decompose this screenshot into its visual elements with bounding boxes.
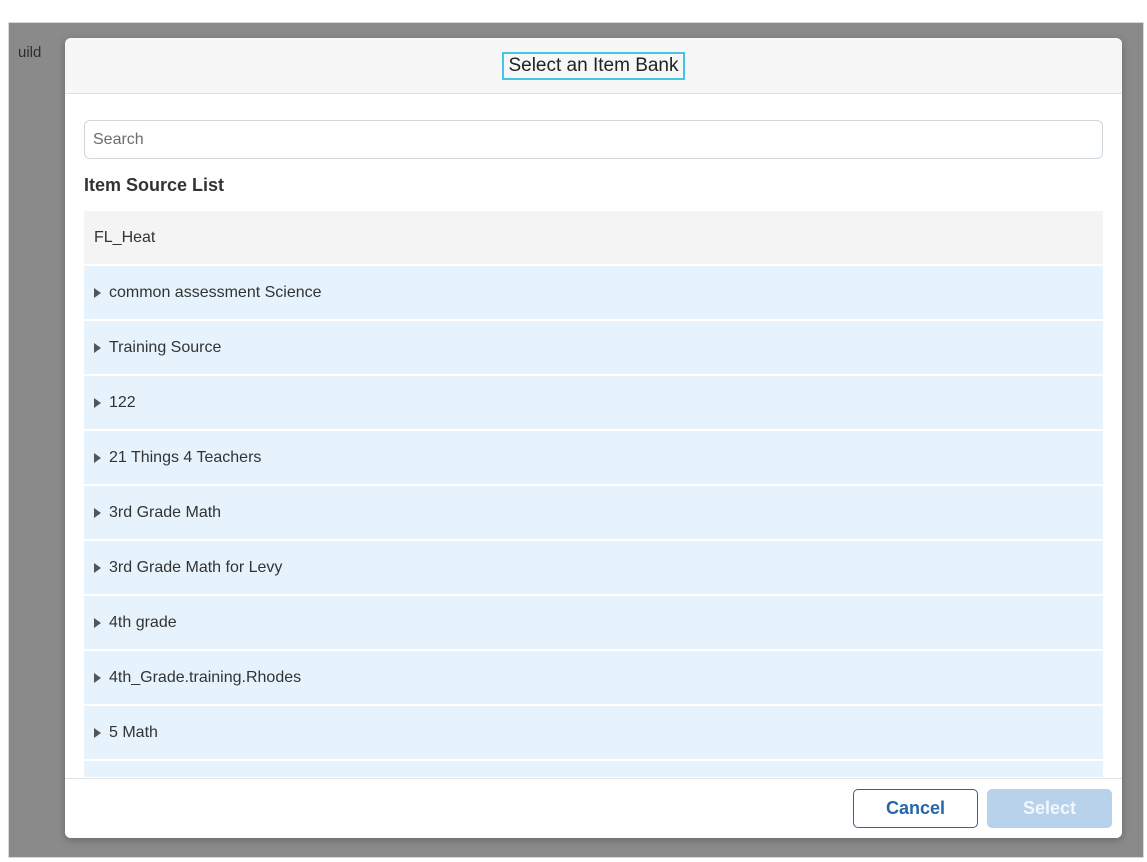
- list-item-label: 5 Math: [109, 723, 158, 741]
- list-item-label: 122: [109, 393, 136, 411]
- dialog-footer: Cancel Select: [65, 778, 1122, 838]
- caret-right-icon[interactable]: [94, 672, 101, 683]
- list-item-label: 4th grade: [109, 613, 177, 631]
- list-item-3rd-grade-math[interactable]: 3rd Grade Math: [84, 486, 1103, 539]
- list-item-common-assessment-science[interactable]: common assessment Science: [84, 266, 1103, 319]
- item-bank-dialog: Select an Item Bank Item Source List FL_…: [65, 38, 1122, 838]
- caret-right-icon[interactable]: [94, 342, 101, 353]
- caret-right-icon[interactable]: [94, 507, 101, 518]
- list-item-4th-grade[interactable]: 4th grade: [84, 596, 1103, 649]
- select-button[interactable]: Select: [987, 789, 1112, 828]
- background-page-text: uild: [18, 44, 42, 61]
- item-source-list[interactable]: FL_Heat common assessment Science Traini…: [84, 211, 1103, 777]
- caret-right-icon[interactable]: [94, 452, 101, 463]
- list-item-label: Training Source: [109, 338, 222, 356]
- list-item-label: 21 Things 4 Teachers: [109, 448, 262, 466]
- caret-right-icon[interactable]: [94, 287, 101, 298]
- search-input[interactable]: [84, 120, 1103, 159]
- item-source-list-heading: Item Source List: [84, 175, 225, 195]
- caret-right-icon[interactable]: [94, 727, 101, 738]
- dialog-title: Select an Item Bank: [502, 51, 685, 80]
- list-item-21-things-4-teachers[interactable]: 21 Things 4 Teachers: [84, 431, 1103, 484]
- caret-right-icon[interactable]: [94, 562, 101, 573]
- list-item-fl-heat[interactable]: FL_Heat: [84, 211, 1103, 264]
- list-item-label: 4th_Grade.training.Rhodes: [109, 668, 302, 686]
- list-item-training-source[interactable]: Training Source: [84, 321, 1103, 374]
- list-item-122[interactable]: 122: [84, 376, 1103, 429]
- caret-right-icon[interactable]: [94, 397, 101, 408]
- cancel-button[interactable]: Cancel: [853, 789, 978, 828]
- list-item-4th-grade-training-rhodes[interactable]: 4th_Grade.training.Rhodes: [84, 651, 1103, 704]
- list-item-label: common assessment Science: [109, 283, 322, 301]
- list-item-5-math[interactable]: 5 Math: [84, 706, 1103, 759]
- caret-right-icon[interactable]: [94, 617, 101, 628]
- list-item-label: 3rd Grade Math: [109, 503, 222, 521]
- list-item-3rd-grade-math-for-levy[interactable]: 3rd Grade Math for Levy: [84, 541, 1103, 594]
- list-item-partial[interactable]: [84, 761, 1103, 777]
- dialog-header: Select an Item Bank: [65, 38, 1122, 94]
- list-item-label: FL_Heat: [94, 228, 156, 246]
- list-item-label: 3rd Grade Math for Levy: [109, 558, 283, 576]
